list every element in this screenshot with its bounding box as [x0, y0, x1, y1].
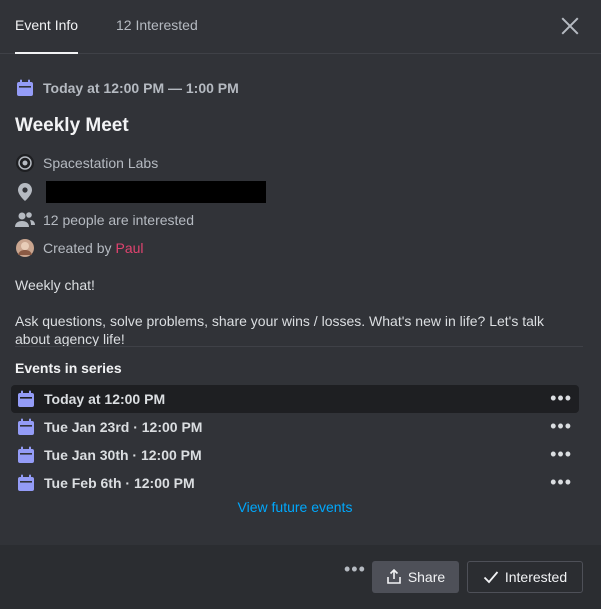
- calendar-icon: [16, 389, 36, 409]
- description-line-2: Ask questions, solve problems, share you…: [15, 313, 545, 347]
- share-button[interactable]: Share: [372, 561, 459, 593]
- event-time-row: Today at 12:00 PM — 1:00 PM: [15, 78, 239, 98]
- interested-button[interactable]: Interested: [467, 561, 583, 593]
- tab-interested[interactable]: 12 Interested: [116, 17, 198, 33]
- footer: ••• Share Interested: [0, 545, 601, 609]
- checkmark-icon: [483, 571, 499, 584]
- event-title: Weekly Meet: [15, 115, 129, 136]
- location-pin-icon: [15, 182, 35, 202]
- series-item-label: Tue Feb 6th · 12:00 PM: [44, 475, 195, 491]
- calendar-icon: [15, 78, 35, 98]
- series-item[interactable]: Today at 12:00 PM •••: [11, 385, 579, 413]
- event-modal: Event Info 12 Interested Today at 12:00 …: [0, 0, 601, 609]
- people-icon: [15, 210, 35, 230]
- close-icon[interactable]: [559, 15, 581, 37]
- interested-label: Interested: [504, 569, 568, 585]
- creator-row: Created by Paul: [15, 238, 144, 258]
- server-avatar-icon: [15, 153, 35, 173]
- location-row: [15, 181, 266, 203]
- series-item-label: Tue Jan 23rd · 12:00 PM: [44, 419, 203, 435]
- calendar-icon: [16, 445, 36, 465]
- view-future-events-link[interactable]: View future events: [0, 499, 590, 515]
- more-options-icon[interactable]: •••: [550, 417, 572, 435]
- server-row: Spacestation Labs: [15, 153, 158, 173]
- redacted-location: [46, 181, 266, 203]
- share-icon: [387, 569, 401, 584]
- interested-count-text: 12 people are interested: [43, 212, 194, 228]
- calendar-icon: [16, 473, 36, 493]
- more-options-icon[interactable]: •••: [550, 473, 572, 491]
- tab-bar: Event Info 12 Interested: [0, 0, 601, 54]
- interested-row: 12 people are interested: [15, 210, 194, 230]
- more-options-icon[interactable]: •••: [550, 389, 572, 407]
- series-item[interactable]: Tue Jan 30th · 12:00 PM •••: [11, 441, 579, 469]
- description-line-1: Weekly chat!: [15, 277, 95, 293]
- server-name: Spacestation Labs: [43, 155, 159, 171]
- series-item[interactable]: Tue Feb 6th · 12:00 PM •••: [11, 469, 579, 497]
- creator-name[interactable]: Paul: [115, 240, 143, 256]
- calendar-icon: [16, 417, 36, 437]
- more-options-icon[interactable]: •••: [344, 559, 366, 580]
- series-item[interactable]: Tue Jan 23rd · 12:00 PM •••: [11, 413, 579, 441]
- series-item-label: Today at 12:00 PM: [44, 391, 166, 407]
- series-item-label: Tue Jan 30th · 12:00 PM: [44, 447, 202, 463]
- created-by-label: Created by: [43, 240, 112, 256]
- series-heading: Events in series: [15, 360, 122, 376]
- divider: [15, 346, 583, 347]
- share-label: Share: [407, 569, 446, 585]
- event-time: Today at 12:00 PM — 1:00 PM: [43, 80, 239, 96]
- tab-event-info[interactable]: Event Info: [15, 17, 79, 54]
- more-options-icon[interactable]: •••: [550, 445, 572, 463]
- creator-avatar: [15, 238, 35, 258]
